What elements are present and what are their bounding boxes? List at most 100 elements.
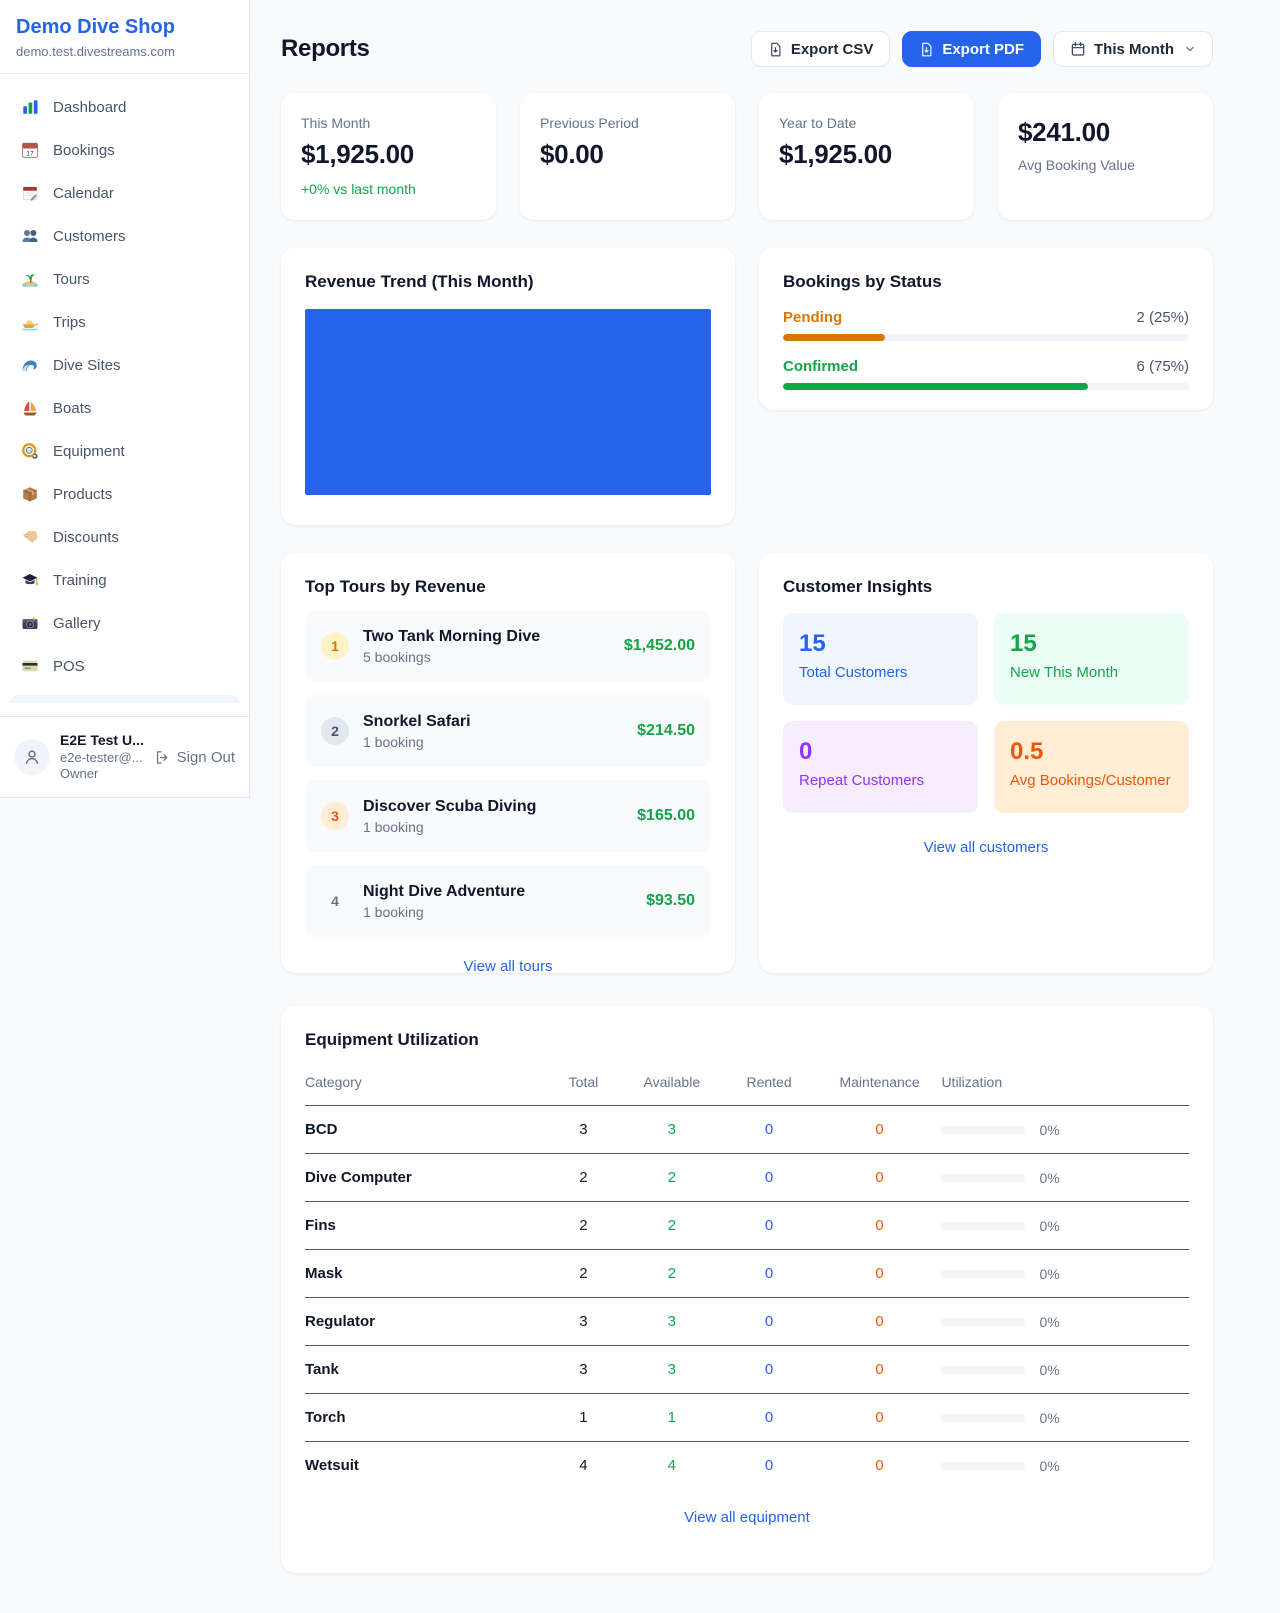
cell-total: 3: [544, 1106, 624, 1154]
person-icon: [22, 747, 42, 767]
tour-bookings: 1 booking: [363, 819, 536, 835]
tile-label: Total Customers: [799, 664, 962, 681]
customer-insights-card: Customer Insights 15 Total Customers 15 …: [759, 553, 1213, 973]
cell-utilization: 0%: [941, 1106, 1189, 1154]
calendar-date-icon: 17: [20, 140, 40, 160]
tour-bookings: 5 bookings: [363, 649, 540, 665]
cell-category: BCD: [305, 1106, 544, 1154]
view-all-tours-link[interactable]: View all tours: [305, 958, 711, 975]
cell-total: 3: [544, 1298, 624, 1346]
col-header-category: Category: [305, 1064, 544, 1106]
sidebar-item-label: Calendar: [53, 185, 114, 202]
tile-value: 15: [799, 630, 962, 658]
progress-fill: [783, 334, 885, 341]
table-row: Regulator 3 3 0 0 0%: [305, 1298, 1189, 1346]
view-all-equipment-link[interactable]: View all equipment: [305, 1509, 1189, 1526]
export-pdf-label: Export PDF: [942, 41, 1024, 58]
cell-total: 1: [544, 1394, 624, 1442]
sidebar-item-products[interactable]: Products: [10, 475, 239, 513]
equipment-table: Category Total Available Rented Maintena…: [305, 1064, 1189, 1489]
rank-badge: 1: [321, 632, 349, 660]
utilization-bar: [941, 1414, 1025, 1422]
progress-track: [783, 334, 1189, 341]
sidebar-item-discounts[interactable]: Discounts: [10, 518, 239, 556]
user-role: Owner: [60, 766, 144, 782]
cell-rented: 0: [720, 1394, 817, 1442]
sidebar-item-pos[interactable]: POS: [10, 647, 239, 685]
cell-total: 2: [544, 1250, 624, 1298]
calendar-pad-icon: [20, 183, 40, 203]
utilization-bar: [941, 1318, 1025, 1326]
export-csv-button[interactable]: Export CSV: [751, 31, 891, 67]
cell-available: 1: [623, 1394, 720, 1442]
tour-name: Two Tank Morning Dive: [363, 628, 540, 646]
cell-category: Dive Computer: [305, 1154, 544, 1202]
col-header-available: Available: [623, 1064, 720, 1106]
export-pdf-button[interactable]: Export PDF: [902, 31, 1041, 67]
sidebar-item-tours[interactable]: Tours: [10, 260, 239, 298]
sidebar-item-label: Customers: [53, 228, 126, 245]
view-all-customers-link[interactable]: View all customers: [783, 839, 1189, 856]
sidebar-item-equipment[interactable]: Equipment: [10, 432, 239, 470]
stat-label: This Month: [301, 115, 476, 131]
utilization-bar: [941, 1366, 1025, 1374]
table-row: Mask 2 2 0 0 0%: [305, 1250, 1189, 1298]
calendar-icon: [1070, 41, 1086, 57]
tour-row: 3 Discover Scuba Diving1 booking $165.00: [305, 780, 711, 852]
stat-value: $1,925.00: [779, 139, 954, 170]
status-row-confirmed: Confirmed 6 (75%): [783, 358, 1189, 390]
equipment-utilization-card: Equipment Utilization Category Total Ava…: [281, 1006, 1213, 1573]
stat-value: $0.00: [540, 139, 715, 170]
sidebar-item-customers[interactable]: Customers: [10, 217, 239, 255]
period-dropdown[interactable]: This Month: [1053, 31, 1213, 67]
charts-row: Revenue Trend (This Month) Bookings by S…: [281, 248, 1213, 525]
utilization-percent: 0%: [1039, 1218, 1059, 1234]
sign-out-label: Sign Out: [177, 749, 235, 766]
tag-icon: [20, 527, 40, 547]
svg-text:17: 17: [26, 150, 34, 157]
cell-maintenance: 0: [818, 1250, 942, 1298]
progress-track: [783, 383, 1189, 390]
sidebar-item-gallery[interactable]: Gallery: [10, 604, 239, 642]
tile-label: New This Month: [1010, 664, 1173, 681]
sidebar-item-trips[interactable]: Trips: [10, 303, 239, 341]
sidebar: Demo Dive Shop demo.test.divestreams.com…: [0, 0, 250, 798]
bookings-by-status-title: Bookings by Status: [783, 272, 1189, 292]
cell-utilization: 0%: [941, 1394, 1189, 1442]
cell-maintenance: 0: [818, 1202, 942, 1250]
equipment-utilization-title: Equipment Utilization: [305, 1030, 1189, 1050]
utilization-bar: [941, 1222, 1025, 1230]
tile-new-this-month: 15 New This Month: [994, 613, 1189, 705]
sidebar-item-dashboard[interactable]: Dashboard: [10, 88, 239, 126]
tile-avg-bookings-customer: 0.5 Avg Bookings/Customer: [994, 721, 1189, 813]
sidebar-item-bookings[interactable]: 17 Bookings: [10, 131, 239, 169]
sidebar-item-boats[interactable]: Boats: [10, 389, 239, 427]
cell-rented: 0: [720, 1154, 817, 1202]
chevron-down-icon: [1184, 43, 1196, 55]
utilization-percent: 0%: [1039, 1458, 1059, 1474]
main-content: Reports Export CSV Export PDF This Month…: [250, 0, 1280, 1613]
table-row: BCD 3 3 0 0 0%: [305, 1106, 1189, 1154]
logout-icon: [154, 749, 171, 766]
avatar: [14, 739, 50, 775]
status-value: 6 (75%): [1136, 358, 1189, 375]
cell-utilization: 0%: [941, 1250, 1189, 1298]
sidebar-item-calendar[interactable]: Calendar: [10, 174, 239, 212]
sidebar-item-label: Dashboard: [53, 99, 126, 116]
cell-maintenance: 0: [818, 1346, 942, 1394]
tour-name: Discover Scuba Diving: [363, 798, 536, 816]
camera-icon: [20, 613, 40, 633]
shop-domain: demo.test.divestreams.com: [16, 44, 233, 59]
tour-amount: $1,452.00: [624, 637, 695, 655]
cell-category: Tank: [305, 1346, 544, 1394]
sidebar-item-dive-sites[interactable]: Dive Sites: [10, 346, 239, 384]
sidebar-item-reports-active-clipped[interactable]: [10, 695, 239, 703]
bookings-by-status-card: Bookings by Status Pending 2 (25%) Confi…: [759, 248, 1213, 410]
utilization-percent: 0%: [1039, 1170, 1059, 1186]
stat-card-avg-booking-value: $241.00 Avg Booking Value: [998, 93, 1213, 220]
cell-maintenance: 0: [818, 1442, 942, 1490]
sidebar-item-training[interactable]: Training: [10, 561, 239, 599]
tile-value: 0: [799, 738, 962, 766]
sign-out-button[interactable]: Sign Out: [154, 749, 235, 766]
col-header-maintenance: Maintenance: [818, 1064, 942, 1106]
